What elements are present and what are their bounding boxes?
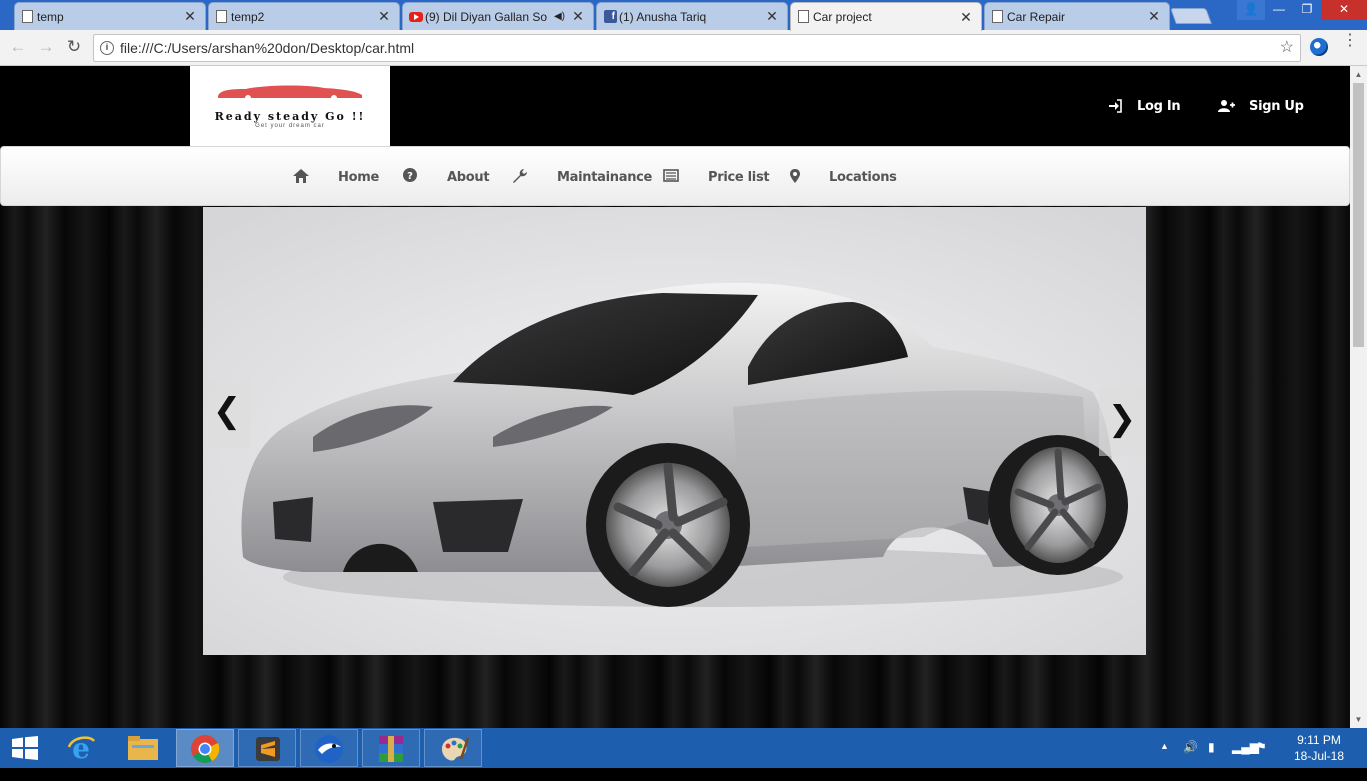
sublime-text-icon xyxy=(256,737,280,761)
page-icon xyxy=(22,10,33,23)
file-explorer-icon[interactable] xyxy=(127,735,159,761)
clock-time: 9:11 PM xyxy=(1297,733,1341,747)
speaker-icon[interactable]: ◀) xyxy=(554,11,565,22)
page-icon xyxy=(798,10,809,23)
url-text: file:///C:/Users/arshan%20don/Desktop/ca… xyxy=(120,40,415,56)
tab-title: Car project xyxy=(813,10,872,24)
nav-about[interactable]: About xyxy=(447,167,490,187)
tab-strip: temp ✕ temp2 ✕ (9) Dil Diyan Gallan So ◀… xyxy=(0,0,1367,31)
chrome-icon xyxy=(191,735,220,763)
page-viewport: Ready steady Go !! Get your dream car Lo… xyxy=(0,66,1350,728)
list-alt-icon xyxy=(663,169,679,182)
flag-icon[interactable]: ⚑ xyxy=(1256,740,1267,780)
browser-toolbar: ← → ↻ i file:///C:/Users/arshan%20don/De… xyxy=(0,30,1367,66)
nav-maintainance[interactable]: Maintainance xyxy=(557,167,652,187)
signup-label: Sign Up xyxy=(1249,98,1304,114)
tab-car-repair[interactable]: Car Repair ✕ xyxy=(984,2,1170,30)
svg-text:?: ? xyxy=(407,171,413,182)
tray-expand-icon[interactable]: ▲ xyxy=(1160,741,1169,781)
close-icon[interactable]: ✕ xyxy=(765,8,779,25)
minimize-button[interactable]: — xyxy=(1265,0,1293,20)
browser-taskbar-button[interactable] xyxy=(300,729,358,767)
window-close-button[interactable]: ✕ xyxy=(1321,0,1367,20)
windows-start-icon[interactable] xyxy=(12,736,38,760)
tab-title: (1) Anusha Tariq xyxy=(619,9,707,24)
user-icon[interactable]: 👤 xyxy=(1237,0,1265,20)
wrench-icon xyxy=(513,169,527,183)
tab-title: Car Repair xyxy=(1007,9,1066,24)
site-header: Ready steady Go !! Get your dream car Lo… xyxy=(0,66,1350,146)
close-icon[interactable]: ✕ xyxy=(377,8,391,25)
page-icon xyxy=(216,10,227,23)
extension-icon[interactable] xyxy=(1310,38,1328,56)
login-label: Log In xyxy=(1137,98,1181,114)
browser-app-icon xyxy=(315,735,343,763)
network-icon[interactable]: ▂▄▆ xyxy=(1232,740,1259,780)
paint-icon xyxy=(442,737,469,761)
carousel-next-button[interactable]: ❯ xyxy=(1099,386,1145,456)
youtube-icon xyxy=(409,12,423,22)
paint-taskbar-button[interactable] xyxy=(424,729,482,767)
winrar-icon xyxy=(379,736,403,762)
carousel-slide-image xyxy=(203,207,1146,655)
signup-link[interactable]: Sign Up xyxy=(1218,96,1304,116)
close-icon[interactable]: ✕ xyxy=(571,8,585,25)
home-icon xyxy=(293,169,309,183)
tab-title: temp xyxy=(37,9,64,24)
question-circle-icon: ? xyxy=(403,168,417,182)
taskbar-clock[interactable]: 9:11 PM 18-Jul-18 xyxy=(1284,732,1354,764)
tab-car-project[interactable]: Car project ✕ xyxy=(790,2,982,31)
logo-tagline: Get your dream car xyxy=(255,123,325,129)
tab-youtube[interactable]: (9) Dil Diyan Gallan So ◀) ✕ xyxy=(402,2,594,30)
winrar-taskbar-button[interactable] xyxy=(362,729,420,767)
user-plus-icon xyxy=(1218,100,1235,112)
volume-icon[interactable]: 🔊 xyxy=(1183,740,1198,780)
forward-button[interactable]: → xyxy=(36,38,56,58)
map-marker-icon xyxy=(790,169,800,183)
info-icon[interactable]: i xyxy=(100,41,114,55)
chrome-taskbar-button[interactable] xyxy=(176,729,234,767)
close-icon[interactable]: ✕ xyxy=(959,9,973,26)
reload-button[interactable]: ↻ xyxy=(64,38,84,58)
carousel-prev-button[interactable]: ❮ xyxy=(204,378,250,448)
main-navbar: Home ? About Maintainance Price list Loc… xyxy=(0,146,1350,206)
nav-home[interactable]: Home xyxy=(338,167,379,187)
car-carousel[interactable]: ❮ ❯ xyxy=(203,207,1146,655)
logo-title: Ready steady Go !! xyxy=(214,110,366,123)
clock-date: 18-Jul-18 xyxy=(1293,749,1345,763)
sublime-taskbar-button[interactable] xyxy=(238,729,296,767)
back-button[interactable]: ← xyxy=(8,38,28,58)
scroll-up-arrow[interactable]: ▲ xyxy=(1350,66,1367,83)
logo-car-icon xyxy=(218,85,362,100)
page-icon xyxy=(992,10,1003,23)
scroll-down-arrow[interactable]: ▼ xyxy=(1350,711,1367,728)
tab-temp[interactable]: temp ✕ xyxy=(14,2,206,30)
facebook-icon: f xyxy=(604,10,617,23)
address-bar[interactable]: i file:///C:/Users/arshan%20don/Desktop/… xyxy=(93,34,1301,62)
login-link[interactable]: Log In xyxy=(1108,96,1181,116)
tab-facebook[interactable]: f (1) Anusha Tariq ✕ xyxy=(596,2,788,30)
tab-title: temp2 xyxy=(231,9,265,24)
bookmark-star-icon[interactable]: ☆ xyxy=(1280,35,1294,61)
scroll-thumb[interactable] xyxy=(1353,83,1364,347)
site-logo[interactable]: Ready steady Go !! Get your dream car xyxy=(190,66,390,146)
restore-button[interactable]: ❐ xyxy=(1293,0,1321,20)
menu-icon[interactable]: ⋮ xyxy=(1342,33,1358,49)
nav-locations[interactable]: Locations xyxy=(829,167,897,187)
close-icon[interactable]: ✕ xyxy=(1147,8,1161,25)
internet-explorer-icon[interactable]: e xyxy=(66,733,96,763)
battery-icon[interactable]: ▮ xyxy=(1208,740,1215,780)
page-scrollbar[interactable]: ▲ ▼ xyxy=(1350,66,1367,728)
sign-in-icon xyxy=(1109,99,1122,113)
tab-temp2[interactable]: temp2 ✕ xyxy=(208,2,400,30)
nav-price-list[interactable]: Price list xyxy=(708,167,770,187)
taskbar: e ▲ 🔊 ▮ ▂▄▆ ⚑ 9:11 PM 18-Jul-18 xyxy=(0,728,1367,768)
new-tab-button[interactable] xyxy=(1170,8,1212,24)
close-icon[interactable]: ✕ xyxy=(183,8,197,25)
tab-title: (9) Dil Diyan Gallan So xyxy=(425,9,548,24)
